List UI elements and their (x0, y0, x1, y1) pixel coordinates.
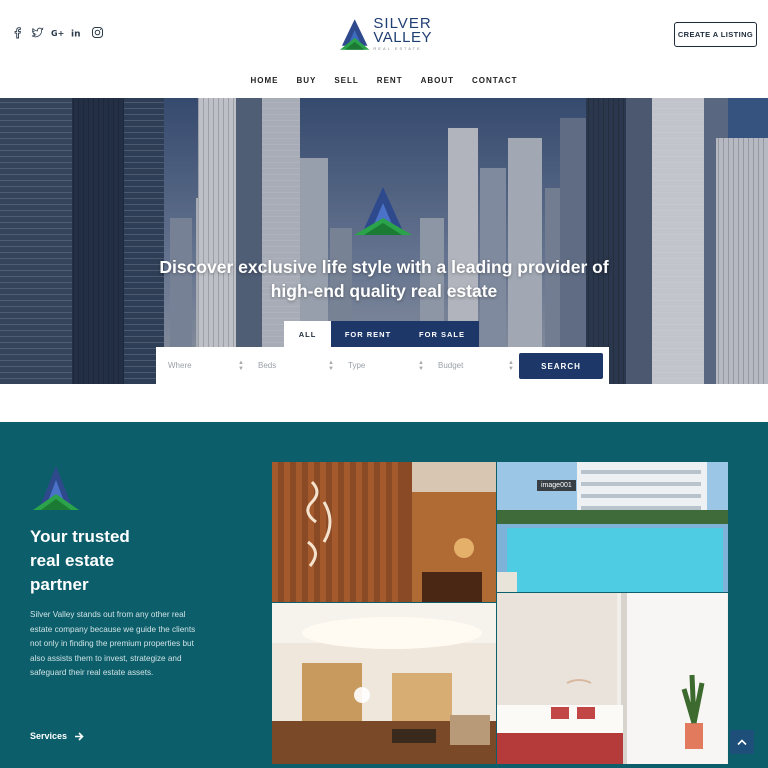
chevron-updown-icon: ▲ ▼ (238, 359, 244, 372)
listing-type-tabs: ALL FOR RENT FOR SALE (284, 321, 479, 347)
nav-item-buy[interactable]: BUY (287, 76, 325, 85)
create-listing-button[interactable]: CREATE A LISTING (674, 22, 757, 47)
services-link[interactable]: Services (30, 731, 84, 741)
about-title: Your trusted real estate partner (30, 525, 230, 597)
site-logo[interactable]: SILVER VALLEY REAL ESTATE (338, 14, 432, 52)
property-gallery: image001 (272, 462, 728, 764)
logo-building-icon (339, 19, 370, 50)
nav-item-sell[interactable]: SELL (325, 76, 367, 85)
about-logo-icon (33, 466, 79, 510)
gallery-photo-lounge[interactable] (272, 462, 496, 602)
tab-for-rent[interactable]: FOR RENT (331, 321, 405, 347)
services-label: Services (30, 731, 68, 741)
arrow-right-icon (75, 731, 84, 741)
gallery-photo-lobby[interactable] (272, 603, 496, 764)
beds-select[interactable]: Beds ▲ ▼ (258, 347, 348, 384)
chevron-updown-icon: ▲ ▼ (418, 359, 424, 372)
type-placeholder: Type (348, 361, 366, 370)
about-description: Silver Valley stands out from any other … (30, 610, 196, 678)
instagram-icon[interactable] (91, 26, 104, 39)
about-title-line-3: partner (30, 575, 89, 594)
gallery-photo-bedroom[interactable] (497, 593, 728, 764)
social-links: G+ in (11, 26, 104, 39)
logo-wordmark: SILVER VALLEY REAL ESTATE (373, 16, 432, 51)
svg-text:G+: G+ (51, 29, 64, 38)
hero-title-line-2: high-end quality real estate (270, 281, 498, 301)
type-select[interactable]: Type ▲ ▼ (348, 347, 438, 384)
twitter-icon[interactable] (31, 26, 44, 39)
where-select[interactable]: Where ▲ ▼ (168, 347, 258, 384)
nav-item-home[interactable]: HOME (241, 76, 287, 85)
search-button[interactable]: SEARCH (519, 353, 603, 379)
chevron-updown-icon: ▲ ▼ (508, 359, 514, 372)
budget-select[interactable]: Budget ▲ ▼ (438, 347, 528, 384)
tab-all[interactable]: ALL (284, 321, 331, 347)
site-header: G+ in SILVER VALLEY REAL ESTATE CREATE A… (0, 0, 768, 98)
image-tag: image001 (537, 480, 576, 491)
hero-title: Discover exclusive life style with a lea… (100, 255, 668, 303)
logo-line-3: REAL ESTATE (373, 45, 422, 51)
google-plus-icon[interactable]: G+ (51, 26, 64, 39)
property-search-bar: Where ▲ ▼ Beds ▲ ▼ Type ▲ ▼ Budget ▲ ▼ SEARC… (156, 347, 609, 384)
where-placeholder: Where (168, 361, 192, 370)
linkedin-icon[interactable]: in (71, 26, 84, 40)
facebook-icon[interactable] (11, 26, 24, 39)
hero-title-line-1: Discover exclusive life style with a lea… (159, 257, 609, 277)
budget-placeholder: Budget (438, 361, 464, 370)
nav-item-contact[interactable]: CONTACT (463, 76, 527, 85)
about-section: Your trusted real estate partner Silver … (0, 422, 768, 768)
hero-logo-icon (354, 187, 412, 235)
nav-item-rent[interactable]: RENT (368, 76, 412, 85)
logo-line-2: VALLEY (373, 28, 432, 46)
chevron-up-icon (737, 739, 747, 746)
tab-for-sale[interactable]: FOR SALE (405, 321, 479, 347)
back-to-top-button[interactable] (730, 730, 754, 754)
nav-item-about[interactable]: ABOUT (412, 76, 463, 85)
main-nav: HOME BUY SELL RENT ABOUT CONTACT (0, 76, 768, 85)
svg-text:in: in (71, 30, 81, 40)
gallery-photo-pool[interactable]: image001 (497, 462, 728, 592)
chevron-updown-icon: ▲ ▼ (328, 359, 334, 372)
about-title-line-1: Your trusted (30, 527, 130, 546)
about-title-line-2: real estate (30, 551, 115, 570)
beds-placeholder: Beds (258, 361, 277, 370)
